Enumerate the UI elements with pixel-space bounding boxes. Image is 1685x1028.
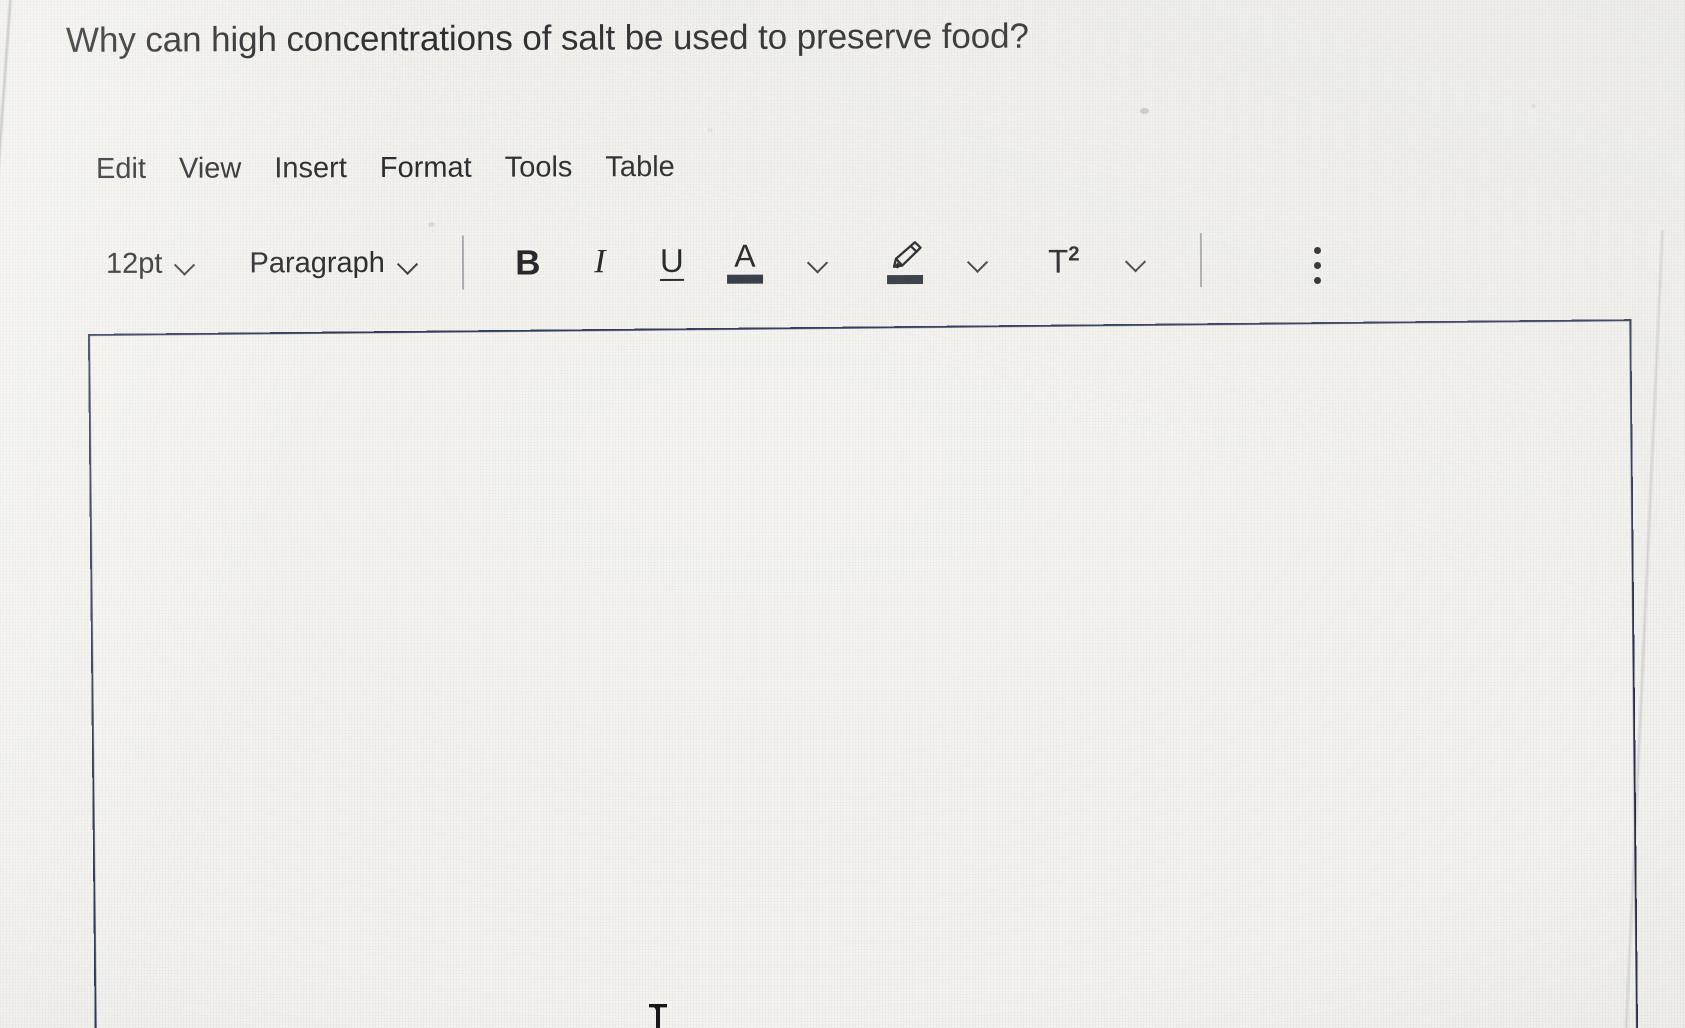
page-edge-left [0,0,15,1028]
menu-table[interactable]: Table [605,149,674,185]
rich-text-answer-area[interactable] [88,319,1639,1028]
chevron-down-icon [396,256,420,270]
toolbar-divider [1199,233,1202,288]
formatting-toolbar: 12pt Paragraph B I U A T2 [106,232,1202,292]
italic-button[interactable]: I [578,234,622,290]
kebab-menu-icon-dot [1313,246,1321,254]
italic-icon: I [594,243,606,281]
highlight-color-button[interactable] [882,239,928,284]
bold-button[interactable]: B [506,234,550,290]
chevron-down-icon [173,257,197,271]
superscript-button[interactable]: T2 [1042,232,1086,288]
menu-view[interactable]: View [179,151,241,187]
highlighter-pen-icon [885,239,925,271]
kebab-menu-icon-dot [1313,261,1321,269]
highlight-color-dropdown[interactable] [956,233,1000,289]
block-format-value: Paragraph [249,246,385,280]
text-ibeam-cursor [645,1002,671,1028]
chevron-down-icon [1124,253,1148,267]
underline-icon: U [659,241,684,281]
menu-edit[interactable]: Edit [96,151,146,187]
text-color-swatch [726,274,763,284]
editor-content[interactable] [90,321,1636,1028]
text-color-letter-a-icon: A [734,237,756,274]
question-prompt: Why can high concentrations of salt be u… [65,16,1029,60]
highlight-color-swatch [886,274,923,284]
photo-speck [707,128,713,132]
superscript-icon: T2 [1048,242,1080,280]
bold-icon: B [515,242,541,282]
superscript-dropdown[interactable] [1114,232,1158,288]
more-options-button[interactable] [1297,237,1337,293]
underline-button[interactable]: U [650,234,694,290]
font-size-select[interactable]: 12pt [106,246,198,282]
photo-speck [428,222,435,227]
menu-tools[interactable]: Tools [505,149,573,185]
photo-speck [1140,108,1149,114]
kebab-menu-icon-dot [1313,276,1321,284]
block-format-select[interactable]: Paragraph [249,245,420,282]
toolbar-divider [461,235,464,290]
photo-speck [1531,104,1536,108]
text-color-button[interactable]: A [722,237,768,284]
font-size-value: 12pt [105,247,163,280]
editor-region [70,319,1670,1028]
editor-menubar: Edit View Insert Format Tools Table [96,149,675,187]
chevron-down-icon [966,254,990,268]
text-color-dropdown[interactable] [796,233,840,289]
chevron-down-icon [806,254,830,268]
screenshot-root: Why can high concentrations of salt be u… [0,0,1685,1028]
menu-format[interactable]: Format [380,150,472,186]
menu-insert[interactable]: Insert [274,150,347,186]
